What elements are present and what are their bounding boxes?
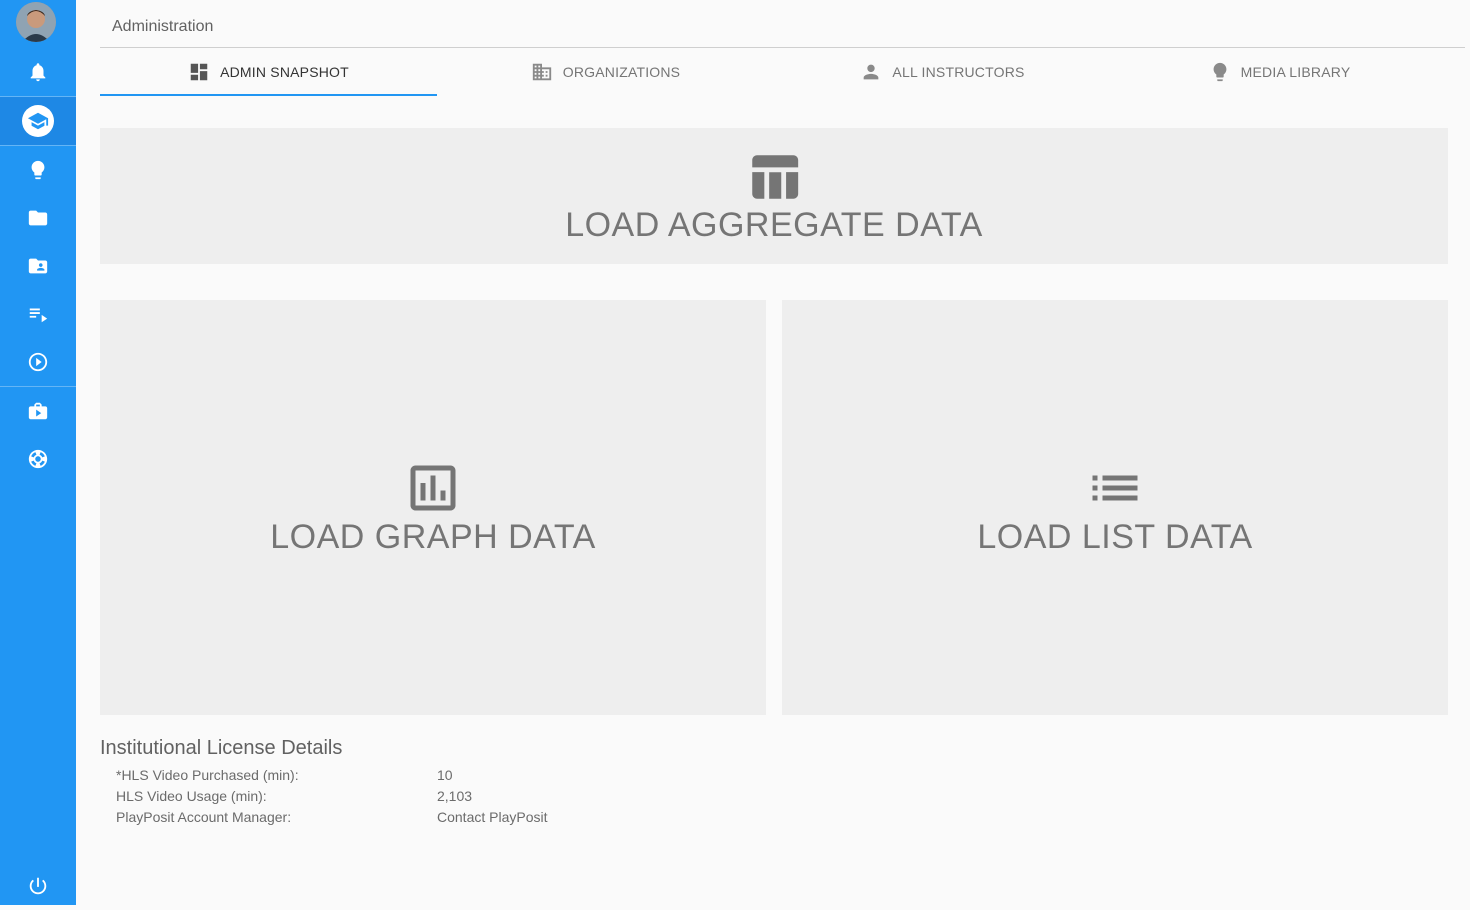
- dashboard-icon: [190, 63, 208, 81]
- list-icon: [1092, 475, 1138, 501]
- bar-chart-icon: [410, 465, 456, 511]
- building-icon: [532, 63, 551, 81]
- tab-label: ADMIN SNAPSHOT: [220, 64, 349, 80]
- play-circle-icon: [28, 352, 48, 372]
- license-title: Institutional License Details: [100, 737, 343, 759]
- lightbulb-icon: [1213, 62, 1227, 82]
- support-icon: [28, 449, 48, 469]
- license-row: *HLS Video Purchased (min): 10: [116, 767, 453, 783]
- card-label: LOAD LIST DATA: [977, 518, 1253, 556]
- sidebar-item-video-briefcase[interactable]: [0, 387, 76, 435]
- sidebar: [0, 0, 76, 905]
- video-briefcase-icon: [28, 402, 48, 420]
- shared-folder-icon: [28, 258, 48, 274]
- tab-all-instructors[interactable]: ALL INSTRUCTORS: [774, 48, 1111, 96]
- playlist-icon: [29, 308, 48, 323]
- load-list-data-button[interactable]: LOAD LIST DATA: [782, 300, 1448, 715]
- tab-label: ALL INSTRUCTORS: [892, 64, 1025, 80]
- sidebar-item-notifications[interactable]: [0, 48, 76, 96]
- tab-label: MEDIA LIBRARY: [1240, 64, 1351, 80]
- lightbulb-icon: [31, 160, 45, 180]
- tab-media-library[interactable]: MEDIA LIBRARY: [1111, 48, 1448, 96]
- page-title: Administration: [112, 18, 214, 35]
- tab-bar: ADMIN SNAPSHOT ORGANIZATIONS ALL INSTRUC…: [100, 48, 1448, 96]
- license-key: *HLS Video Purchased (min):: [116, 767, 299, 783]
- license-key: HLS Video Usage (min):: [116, 788, 267, 804]
- card-label: LOAD GRAPH DATA: [270, 518, 596, 556]
- avatar[interactable]: [16, 2, 56, 42]
- active-indicator: [22, 105, 54, 137]
- sidebar-item-play[interactable]: [0, 338, 76, 386]
- avatar-image: [16, 2, 56, 42]
- license-key: PlayPosit Account Manager:: [116, 809, 292, 825]
- license-value: Contact PlayPosit: [437, 809, 548, 825]
- sidebar-item-logout[interactable]: [0, 862, 76, 910]
- sidebar-item-support[interactable]: [0, 435, 76, 483]
- sidebar-item-ideas[interactable]: [0, 146, 76, 194]
- folder-icon: [28, 210, 48, 226]
- license-value: 2,103: [437, 788, 473, 804]
- license-value: 10: [437, 767, 453, 783]
- load-aggregate-data-button[interactable]: LOAD AGGREGATE DATA: [100, 128, 1448, 264]
- sidebar-item-shared-folder[interactable]: [0, 242, 76, 290]
- load-graph-data-button[interactable]: LOAD GRAPH DATA: [100, 300, 766, 715]
- sidebar-item-admin[interactable]: [0, 97, 76, 145]
- tab-label: ORGANIZATIONS: [562, 64, 681, 80]
- person-icon: [864, 64, 879, 80]
- power-icon: [29, 877, 47, 895]
- table-icon: [752, 154, 799, 199]
- tab-admin-snapshot[interactable]: ADMIN SNAPSHOT: [100, 48, 437, 96]
- sidebar-item-playlist[interactable]: [0, 290, 76, 338]
- tab-organizations[interactable]: ORGANIZATIONS: [437, 48, 774, 96]
- notifications-icon: [30, 63, 46, 82]
- license-row: PlayPosit Account Manager: Contact PlayPo…: [116, 809, 548, 825]
- school-icon: [27, 112, 49, 130]
- license-row: HLS Video Usage (min): 2,103: [116, 788, 472, 804]
- card-label: LOAD AGGREGATE DATA: [565, 205, 983, 244]
- sidebar-item-folder[interactable]: [0, 194, 76, 242]
